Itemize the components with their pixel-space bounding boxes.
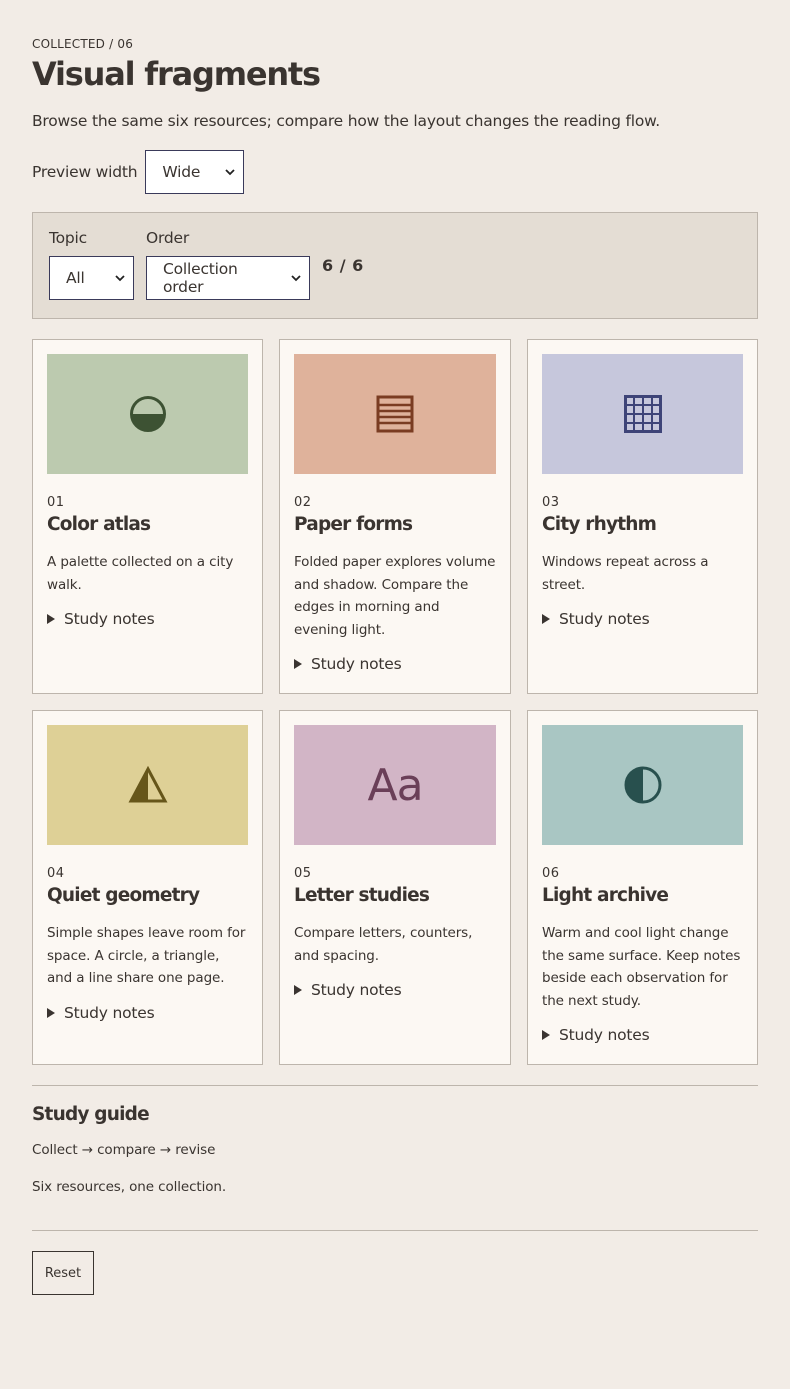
divider	[32, 1085, 758, 1086]
card-number: 05	[294, 866, 312, 881]
chevron-down-icon	[225, 169, 236, 176]
preview-width-value: Wide	[162, 163, 201, 181]
contrast-circle-icon	[624, 766, 661, 804]
order-select[interactable]: Collection order	[146, 256, 310, 300]
page-subtitle: Browse the same six resources; compare h…	[32, 112, 660, 130]
study-notes-label: Study notes	[311, 655, 402, 673]
card-number: 04	[47, 866, 65, 881]
topic-label: Topic	[49, 229, 87, 247]
study-guide-summary: Six resources, one collection.	[32, 1179, 227, 1195]
card-title: Paper forms	[294, 514, 413, 535]
card-thumbnail: Aa	[294, 725, 496, 845]
card-thumbnail	[47, 725, 248, 845]
study-notes-toggle[interactable]: Study notes	[294, 655, 496, 673]
card-thumbnail	[294, 354, 496, 474]
card-description: Compare letters, counters, and spacing.	[294, 925, 473, 964]
disclosure-triangle-icon	[294, 985, 302, 995]
letters-aa-icon: Aa	[367, 759, 423, 811]
card-title: Light archive	[542, 885, 669, 906]
order-value: Collection order	[163, 260, 238, 296]
topic-value: All	[66, 269, 85, 287]
card-thumbnail	[47, 354, 248, 474]
chevron-down-icon	[115, 275, 125, 282]
resource-card: 06 Light archive Warm and cool light cha…	[527, 710, 758, 1065]
resource-card: 02 Paper forms Folded paper explores vol…	[279, 339, 511, 694]
page: COLLECTED / 06 Visual fragments Browse t…	[0, 0, 790, 1295]
triangle-icon	[128, 766, 167, 803]
resource-card: 04 Quiet geometry Simple shapes leave ro…	[32, 710, 263, 1065]
topic-filter: Topic All	[49, 229, 134, 318]
study-notes-toggle[interactable]: Study notes	[47, 1004, 248, 1022]
preview-width-label: Preview width	[32, 163, 138, 181]
disclosure-triangle-icon	[542, 1030, 550, 1040]
disclosure-triangle-icon	[294, 659, 302, 669]
disclosure-triangle-icon	[542, 614, 550, 624]
reset-button[interactable]: Reset	[32, 1251, 94, 1295]
half-circle-icon	[129, 396, 166, 432]
resource-card: 03 City rhythm Windows repeat across a s…	[527, 339, 758, 694]
card-title: City rhythm	[542, 514, 657, 535]
study-notes-label: Study notes	[311, 981, 402, 999]
chevron-down-icon	[291, 275, 301, 282]
study-notes-toggle[interactable]: Study notes	[542, 610, 743, 628]
card-title: Color atlas	[47, 514, 151, 535]
window-grid-icon	[623, 395, 662, 433]
page-title: Visual fragments	[32, 55, 321, 93]
card-description: Folded paper explores volume and shadow.…	[294, 554, 496, 638]
order-label: Order	[146, 229, 190, 247]
disclosure-triangle-icon	[47, 1007, 55, 1018]
resource-card: 01 Color atlas A palette collected on a …	[32, 339, 263, 694]
disclosure-triangle-icon	[47, 614, 55, 624]
study-notes-toggle[interactable]: Study notes	[294, 981, 496, 999]
card-description: Windows repeat across a street.	[542, 554, 709, 593]
filters-panel: Topic All Order Collection order 6 / 6	[32, 212, 758, 319]
card-description: Simple shapes leave room for space. A ci…	[47, 925, 246, 986]
study-notes-toggle[interactable]: Study notes	[542, 1026, 743, 1044]
result-count: 6 / 6	[322, 256, 364, 275]
study-guide-flow: Collect → compare → revise	[32, 1142, 216, 1158]
preview-width-select[interactable]: Wide	[145, 150, 245, 194]
order-filter: Order Collection order	[146, 229, 310, 318]
preview-width-row: Preview width Wide	[32, 150, 758, 194]
study-notes-label: Study notes	[64, 1003, 155, 1022]
card-description: Warm and cool light change the same surf…	[542, 925, 741, 1009]
resource-grid: 01 Color atlas A palette collected on a …	[32, 339, 758, 1065]
resource-card: Aa 05 Letter studies Compare letters, co…	[279, 710, 511, 1065]
striped-square-icon	[376, 395, 414, 433]
card-number: 01	[47, 495, 65, 510]
card-thumbnail	[542, 354, 743, 474]
study-notes-label: Study notes	[559, 1026, 650, 1044]
study-notes-toggle[interactable]: Study notes	[47, 610, 248, 628]
divider	[32, 1230, 758, 1231]
topic-select[interactable]: All	[49, 256, 134, 300]
card-number: 02	[294, 495, 312, 510]
card-number: 06	[542, 866, 560, 881]
card-title: Letter studies	[294, 885, 430, 906]
card-number: 03	[542, 495, 560, 510]
card-description: A palette collected on a city walk.	[47, 554, 234, 593]
study-guide-title: Study guide	[32, 1104, 150, 1125]
card-title: Quiet geometry	[47, 885, 200, 906]
card-thumbnail	[542, 725, 743, 845]
study-notes-label: Study notes	[559, 610, 650, 628]
eyebrow: COLLECTED / 06	[32, 37, 134, 51]
study-notes-label: Study notes	[64, 610, 155, 628]
